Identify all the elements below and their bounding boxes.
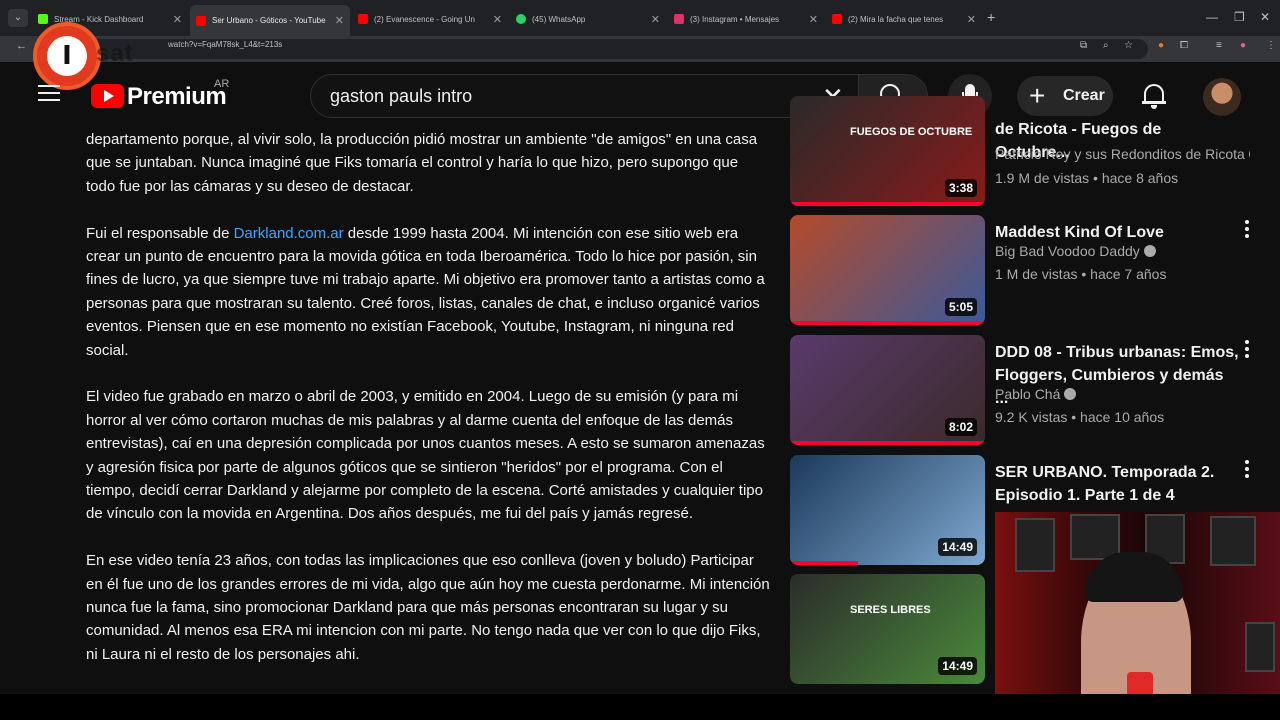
- youtube-icon: [358, 14, 368, 24]
- browser-tab-bar: ⌄ Stream - Kick Dashboard ✕ Ser Urbano -…: [0, 0, 1280, 36]
- tab-groups-icon[interactable]: ≡: [1216, 40, 1222, 51]
- back-button[interactable]: ←: [16, 40, 27, 52]
- duration-badge: 14:49: [938, 657, 977, 675]
- close-icon[interactable]: ✕: [967, 13, 976, 26]
- browser-menu-icon[interactable]: ⋮: [1266, 40, 1276, 51]
- more-options-icon[interactable]: [1244, 460, 1250, 478]
- thumbnail-caption: FUEGOS DE OCTUBRE: [850, 126, 973, 138]
- avatar[interactable]: [1203, 78, 1241, 116]
- darkland-link[interactable]: Darkland.com.ar: [234, 225, 344, 242]
- close-icon[interactable]: ✕: [809, 13, 818, 26]
- related-video-thumbnail[interactable]: 8:02: [790, 335, 985, 445]
- poster: [1070, 514, 1120, 560]
- verified-icon: [1248, 148, 1250, 160]
- tab-label: Ser Urbano - Góticos - YouTube: [212, 16, 326, 25]
- whatsapp-icon: [516, 14, 526, 24]
- cast-icon[interactable]: ⧉: [1080, 40, 1087, 51]
- screen-bottom-bar: [0, 694, 1280, 720]
- tab-label: (2) Mira la facha que tenes: [848, 14, 944, 24]
- new-tab-button[interactable]: +: [987, 9, 995, 25]
- related-video-meta: 9.2 K vistas • hace 10 años: [995, 409, 1165, 425]
- youtube-icon: [832, 14, 842, 24]
- tab-ser-urbano[interactable]: Ser Urbano - Góticos - YouTube ✕: [190, 5, 350, 36]
- logo-text: sat: [96, 40, 134, 67]
- kick-icon: [38, 14, 48, 24]
- maximize-button[interactable]: ❐: [1234, 10, 1245, 24]
- duration-badge: 5:05: [944, 298, 977, 316]
- close-icon[interactable]: ✕: [493, 13, 502, 26]
- related-video-channel[interactable]: Patricio Rey y sus Redonditos de Ricota: [995, 146, 1250, 162]
- search-input-value[interactable]: gaston pauls intro: [330, 86, 472, 107]
- poster: [1015, 518, 1055, 572]
- related-video-channel[interactable]: Big Bad Voodoo Daddy: [995, 243, 1250, 259]
- menu-icon[interactable]: [38, 85, 60, 103]
- description-paragraph: departamento porque, al vivir solo, la p…: [86, 131, 758, 195]
- related-video-thumbnail[interactable]: 5:05: [790, 215, 985, 325]
- extension-icon[interactable]: ●: [1158, 40, 1164, 51]
- bookmark-star-icon[interactable]: ☆: [1124, 40, 1133, 51]
- create-button-label: Crear: [1063, 87, 1105, 104]
- close-icon[interactable]: ✕: [651, 13, 660, 26]
- related-video-title[interactable]: SER URBANO. Temporada 2. Episodio 1. Par…: [995, 461, 1240, 507]
- related-video-title[interactable]: Maddest Kind Of Love: [995, 221, 1240, 244]
- logo-letter: I: [47, 36, 87, 76]
- zoom-icon[interactable]: ⌕: [1103, 40, 1109, 51]
- related-video-thumbnail[interactable]: 14:49: [790, 455, 985, 565]
- tab-label: (3) Instagram • Mensajes: [690, 14, 780, 24]
- watch-progress-bar: [790, 321, 985, 325]
- watch-progress-bar: [790, 202, 985, 206]
- description-paragraph: El video fue grabado en marzo o abril de…: [86, 388, 765, 523]
- description-paragraph: Fui el responsable de Darkland.com.ar de…: [86, 224, 765, 359]
- poster: [1210, 516, 1256, 566]
- watch-progress-bar: [790, 561, 859, 565]
- address-url[interactable]: watch?v=FqaM78sk_L4&t=213s: [168, 40, 282, 49]
- duration-badge: 8:02: [944, 418, 977, 436]
- related-video-thumbnail[interactable]: FUEGOS DE OCTUBRE 3:38: [790, 96, 985, 206]
- more-options-icon[interactable]: [1244, 340, 1250, 358]
- related-video-channel[interactable]: Pablo Chá: [995, 386, 1250, 402]
- extensions-puzzle-icon[interactable]: ⧠: [1180, 40, 1188, 51]
- related-video-meta: 1 M de vistas • hace 7 años: [995, 266, 1167, 282]
- youtube-icon: [196, 15, 206, 26]
- thumbnail-caption: SERES LIBRES: [850, 604, 931, 616]
- tab-mira-la-facha[interactable]: (2) Mira la facha que tenes ✕: [826, 7, 982, 31]
- related-video-thumbnail[interactable]: SERES LIBRES 14:49: [790, 574, 985, 684]
- watch-progress-bar: [790, 441, 985, 445]
- close-window-button[interactable]: ✕: [1260, 10, 1270, 24]
- tab-instagram[interactable]: (3) Instagram • Mensajes ✕: [668, 7, 824, 31]
- verified-icon: [1064, 388, 1077, 400]
- plus-icon: +: [1029, 80, 1046, 111]
- minimize-button[interactable]: —: [1206, 10, 1218, 24]
- close-icon[interactable]: ✕: [335, 14, 344, 27]
- tab-evanescence[interactable]: (2) Evanescence - Going Un ✕: [352, 7, 508, 31]
- description-paragraph: En ese video tenía 23 años, con todas la…: [86, 552, 770, 663]
- instagram-icon: [674, 14, 684, 24]
- more-options-icon[interactable]: [1244, 220, 1250, 238]
- close-icon[interactable]: ✕: [173, 13, 182, 26]
- duration-badge: 3:38: [944, 179, 977, 197]
- youtube-logo-icon[interactable]: [91, 84, 124, 108]
- stream-overlay-logo: I: [33, 22, 101, 90]
- poster: [1245, 622, 1275, 672]
- tab-search-button[interactable]: ⌄: [8, 9, 28, 27]
- notifications-bell-icon[interactable]: [1142, 82, 1166, 110]
- tab-label: (2) Evanescence - Going Un: [374, 14, 475, 24]
- related-video-meta: 1.9 M de vistas • hace 8 años: [995, 170, 1179, 186]
- video-description: departamento porque, al vivir solo, la p…: [86, 128, 771, 694]
- tab-label: (45) WhatsApp: [532, 14, 586, 24]
- duration-badge: 14:49: [938, 538, 977, 556]
- verified-icon: [1143, 245, 1156, 257]
- webcam-overlay: [995, 512, 1280, 720]
- region-code: AR: [214, 78, 230, 90]
- youtube-premium-brand[interactable]: Premium: [127, 83, 227, 111]
- tab-whatsapp[interactable]: (45) WhatsApp ✕: [510, 7, 666, 31]
- profile-icon[interactable]: ●: [1240, 40, 1246, 51]
